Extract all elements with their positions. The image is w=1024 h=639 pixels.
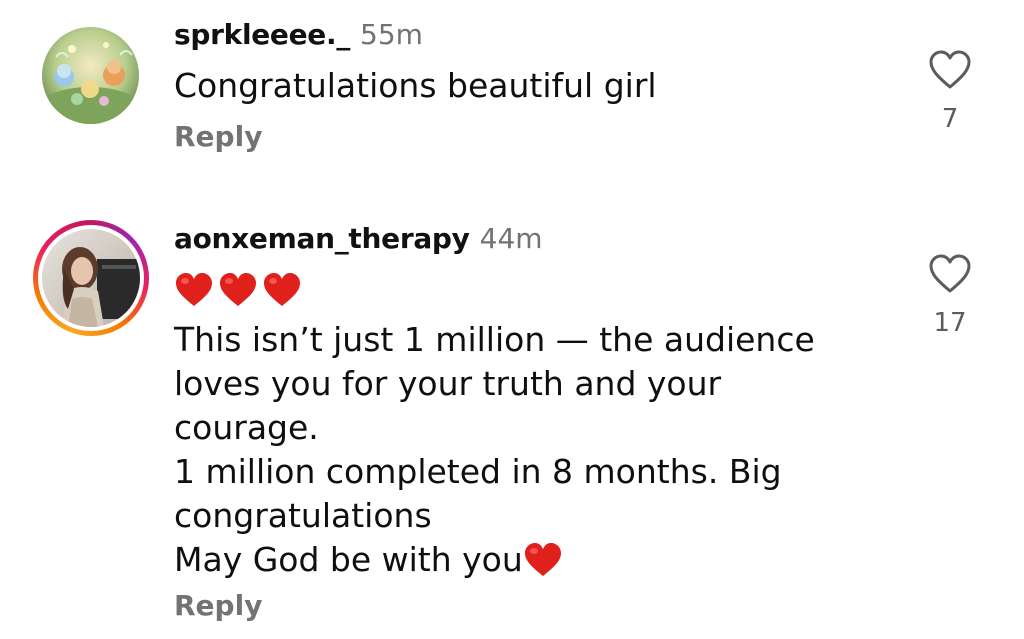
comment-line: 1 million completed in 8 months. Big (174, 452, 782, 491)
username[interactable]: sprkleeee._ (174, 18, 350, 51)
timestamp: 55m (360, 18, 423, 51)
like-area: 17 (920, 254, 980, 338)
comment-header: sprkleeee._ 55m (174, 18, 423, 51)
avatar[interactable] (42, 27, 139, 124)
comment-text: This isn’t just 1 million — the audience… (174, 262, 815, 582)
comment-line: loves you for your truth and your (174, 364, 722, 403)
comment-line: courage. (174, 408, 319, 447)
comment-line: This isn’t just 1 million — the audience (174, 320, 815, 359)
comment-header: aonxeman_therapy 44m (174, 222, 543, 255)
comment-line-with-emoji: May God be with you (174, 538, 815, 582)
timestamp: 44m (479, 222, 543, 255)
avatar-image (42, 229, 140, 327)
comment-line: May God be with you (174, 540, 523, 579)
red-heart-emoji-icon (176, 273, 212, 306)
comment-item: aonxeman_therapy 44m This isn’t just 1 m… (0, 200, 1024, 639)
reply-button[interactable]: Reply (174, 589, 262, 622)
comment-line: congratulations (174, 496, 432, 535)
avatar-image (42, 27, 139, 124)
red-heart-emoji-icon (524, 543, 561, 576)
red-heart-emoji-icon (264, 273, 300, 306)
heart-outline-icon[interactable] (928, 50, 972, 90)
comment-text: Congratulations beautiful girl (174, 64, 657, 108)
username[interactable]: aonxeman_therapy (174, 222, 470, 255)
comment-item: sprkleeee._ 55m Congratulations beautifu… (0, 0, 1024, 190)
avatar[interactable] (42, 229, 140, 327)
red-heart-emoji-icon (220, 273, 256, 306)
reply-button[interactable]: Reply (174, 120, 262, 153)
like-count: 17 (933, 308, 967, 338)
comment-line: Congratulations beautiful girl (174, 66, 657, 105)
emoji-row (174, 262, 815, 318)
like-count: 7 (941, 104, 959, 134)
heart-outline-icon[interactable] (928, 254, 972, 294)
like-area: 7 (920, 50, 980, 134)
